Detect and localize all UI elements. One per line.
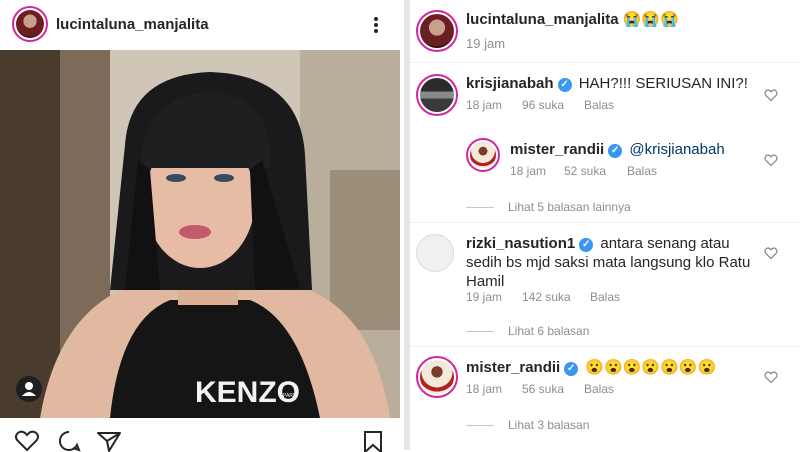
comment-likes[interactable]: 96 suka: [522, 98, 564, 112]
caption: lucintaluna_manjalita 😭😭😭: [466, 10, 679, 28]
view-replies-link[interactable]: Lihat 3 balasan: [466, 418, 589, 432]
post-header: lucintaluna_manjalita: [0, 0, 400, 50]
view-replies-label: Lihat 5 balasan lainnya: [508, 200, 631, 214]
post-photo: KENZO PARIS: [0, 50, 400, 418]
comment-icon[interactable]: [56, 430, 82, 452]
mention-link[interactable]: @krisjianabah: [629, 141, 724, 158]
caption-time: 19 jam: [466, 36, 506, 51]
post-action-bar: [0, 426, 400, 452]
comment-separator: [410, 346, 800, 347]
comment-username[interactable]: krisjianabah: [466, 75, 554, 92]
comment-username[interactable]: rizki_nasution1: [466, 235, 575, 252]
comment-text: HAH?!!! SERIUSAN INI?!: [578, 75, 748, 92]
comment-text: 😮😮😮😮😮😮😮: [585, 359, 717, 376]
view-replies-label: Lihat 6 balasan: [508, 324, 590, 338]
heart-icon[interactable]: [14, 430, 40, 452]
verified-badge-icon: ✓: [608, 144, 623, 158]
verified-badge-icon: ✓: [557, 78, 572, 92]
comment-body: krisjianabah ✓ HAH?!!! SERIUSAN INI?!: [466, 74, 748, 93]
comment-separator: [410, 222, 800, 223]
heart-icon[interactable]: [764, 88, 778, 102]
shirt-logo-small-text: PARIS: [283, 393, 298, 399]
comment-time: 18 jam: [466, 382, 503, 396]
reply-button[interactable]: Balas: [584, 382, 614, 396]
more-vertical-icon[interactable]: [366, 14, 386, 36]
reply-avatar[interactable]: [466, 138, 500, 172]
reply-button[interactable]: Balas: [590, 290, 620, 304]
comment-likes[interactable]: 56 suka: [522, 382, 564, 396]
comment-text-line-1: antara senang atau: [600, 235, 730, 252]
reply-button[interactable]: Balas: [627, 164, 657, 178]
caption-username[interactable]: lucintaluna_manjalita: [466, 11, 619, 28]
reply-username[interactable]: mister_randii: [510, 141, 604, 158]
reply-likes[interactable]: 52 suka: [564, 164, 606, 178]
heart-icon[interactable]: [764, 153, 778, 167]
comment-username[interactable]: mister_randii: [466, 359, 560, 376]
reply-body: mister_randii ✓ @krisjianabah: [510, 140, 725, 159]
heart-icon[interactable]: [764, 246, 778, 260]
panel-divider: [404, 0, 410, 450]
caption-separator: [410, 62, 800, 63]
comment-avatar[interactable]: [416, 356, 458, 398]
user-tag-icon[interactable]: [16, 376, 42, 402]
reply-time: 18 jam: [510, 164, 547, 178]
verified-badge-icon: ✓: [579, 238, 594, 252]
view-replies-line: [466, 425, 494, 427]
comment-time: 18 jam: [466, 98, 503, 112]
caption-avatar[interactable]: [416, 10, 458, 52]
comment-avatar[interactable]: [416, 234, 454, 272]
comment-time: 19 jam: [466, 290, 503, 304]
post-author-avatar[interactable]: [12, 6, 48, 42]
view-replies-link[interactable]: Lihat 5 balasan lainnya: [466, 200, 631, 214]
bookmark-icon[interactable]: [360, 430, 386, 452]
caption-text: 😭😭😭: [622, 11, 679, 28]
comment-text-line-2: sedih bs mjd saksi mata langsung klo Rat…: [466, 254, 751, 271]
view-replies-link[interactable]: Lihat 6 balasan: [466, 324, 589, 338]
comment-likes[interactable]: 142 suka: [522, 290, 571, 304]
view-replies-label: Lihat 3 balasan: [508, 418, 590, 432]
paper-plane-icon[interactable]: [96, 430, 122, 452]
reply-button[interactable]: Balas: [584, 98, 614, 112]
view-replies-line: [466, 331, 494, 333]
view-replies-line: [466, 207, 494, 209]
verified-badge-icon: ✓: [564, 362, 579, 376]
post-author-username[interactable]: lucintaluna_manjalita: [56, 16, 209, 33]
comment-avatar[interactable]: [416, 74, 458, 116]
comment-body: mister_randii ✓ 😮😮😮😮😮😮😮: [466, 358, 716, 377]
heart-icon[interactable]: [764, 370, 778, 384]
comment-text-line-3: Hamil: [466, 273, 505, 290]
post-image[interactable]: KENZO PARIS: [0, 50, 400, 418]
comment-body: rizki_nasution1 ✓ antara senang atau sedi…: [466, 234, 750, 291]
